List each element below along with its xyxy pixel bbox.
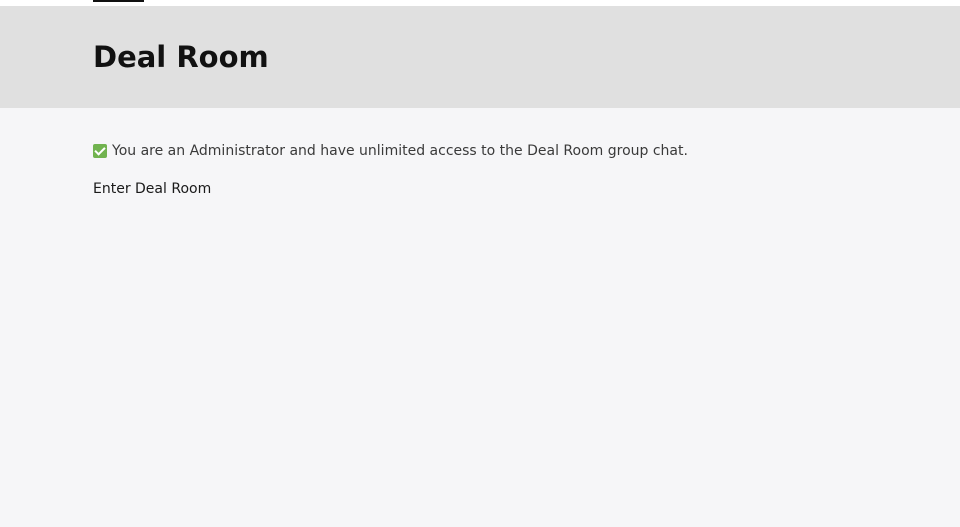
page-title: Deal Room xyxy=(93,40,269,74)
enter-deal-room-link[interactable]: Enter Deal Room xyxy=(93,180,211,198)
access-notice-text: You are an Administrator and have unlimi… xyxy=(112,143,688,159)
check-box-icon xyxy=(93,144,107,158)
page-header: Deal Room xyxy=(0,6,960,108)
top-fragment xyxy=(93,0,144,2)
access-notice: You are an Administrator and have unlimi… xyxy=(93,142,688,160)
main-content: You are an Administrator and have unlimi… xyxy=(0,108,960,527)
